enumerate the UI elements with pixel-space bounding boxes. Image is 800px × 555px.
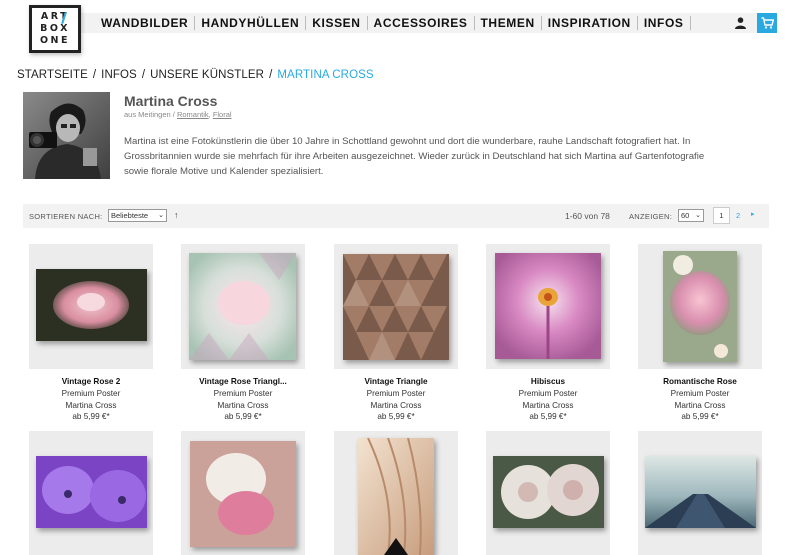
nav-item-wandbilder[interactable]: WANDBILDER [95,16,196,30]
product-artist[interactable]: Martina Cross [334,401,458,410]
sort-selected: Beliebteste [111,211,149,220]
artist-meta: aus Meitingen / Romantik, Floral [124,110,232,119]
product-type: Premium Poster [366,389,426,398]
product-type: Premium Poster [518,389,578,398]
product-image-tile[interactable] [29,244,153,369]
artist-tag-floral[interactable]: Floral [213,110,232,119]
artist-photo [23,92,110,179]
product-price: ab 5,99 €* [224,412,262,421]
artist-location: aus Meitingen / [124,110,177,119]
nav-item-themen[interactable]: THEMEN [475,16,542,30]
product-image-tile[interactable] [334,244,458,369]
breadcrumb: STARTSEITE / INFOS / UNSERE KÜNSTLER / MARTINA… [17,69,374,81]
user-icon[interactable] [735,17,746,29]
product-image-tile[interactable] [334,431,458,555]
sort-label: SORTIEREN NACH: [29,212,103,221]
sort-select[interactable]: Beliebteste ⌄ [108,209,167,222]
product-title[interactable]: Vintage Triangle [334,377,458,386]
product-title[interactable]: Vintage Rose Triangl... [181,377,305,386]
product-title[interactable]: Romantische Rose [638,377,762,386]
product-title[interactable]: Vintage Rose 2 [29,377,153,386]
product-image-tile[interactable] [486,431,610,555]
page-1-button[interactable]: 1 [713,207,730,224]
sort-direction-icon[interactable]: ↑ [174,210,179,220]
breadcrumb-infos[interactable]: INFOS [101,69,137,81]
breadcrumb-current: MARTINA CROSS [277,69,374,81]
cart-icon [761,17,774,29]
breadcrumb-separator: / [92,69,97,81]
chevron-down-icon: ⌄ [695,212,701,219]
nav-item-kissen[interactable]: KISSEN [306,16,368,30]
product-image-tile[interactable] [638,431,762,555]
product-artist[interactable]: Martina Cross [486,401,610,410]
product-type: Premium Poster [670,389,730,398]
product-image-tile[interactable] [181,244,305,369]
product-image-tile[interactable] [29,431,153,555]
product-price: ab 5,99 €* [681,412,719,421]
logo[interactable]: ART BOX ONE [29,5,81,53]
product-artist[interactable]: Martina Cross [29,401,153,410]
cart-button[interactable] [757,13,777,33]
logo-line-3: ONE [39,35,71,46]
nav-item-accessoires[interactable]: ACCESSOIRES [368,16,475,30]
nav-item-inspiration[interactable]: INSPIRATION [542,16,638,30]
artist-tag-romantik[interactable]: Romantik [177,110,209,119]
breadcrumb-separator: / [141,69,146,81]
product-price: ab 5,99 €* [72,412,110,421]
product-type: Premium Poster [213,389,273,398]
breadcrumb-kuenstler[interactable]: UNSERE KÜNSTLER [150,69,264,81]
product-artist[interactable]: Martina Cross [638,401,762,410]
main-nav: WANDBILDER HANDYHÜLLEN KISSEN ACCESSOIRE… [95,13,691,33]
breadcrumb-startseite[interactable]: STARTSEITE [17,69,88,81]
product-image-tile[interactable] [181,431,305,555]
product-price: ab 5,99 €* [377,412,415,421]
artist-name: Martina Cross [124,93,218,109]
product-title[interactable]: Hibiscus [486,377,610,386]
product-type: Premium Poster [61,389,121,398]
next-page-icon[interactable]: ▸ [751,210,755,218]
breadcrumb-separator: / [269,69,273,81]
show-label: ANZEIGEN: [629,212,673,221]
product-artist[interactable]: Martina Cross [181,401,305,410]
result-count: 1-60 von 78 [565,211,610,221]
product-image-tile[interactable] [486,244,610,369]
page-2-link[interactable]: 2 [736,211,740,220]
nav-item-handyhuellen[interactable]: HANDYHÜLLEN [195,16,307,30]
logo-line-2: BOX [40,23,70,34]
per-page-select[interactable]: 60 ⌄ [678,209,704,222]
artist-bio: Martina ist eine Fotokünstlerin die über… [124,136,705,177]
per-page-selected: 60 [681,211,690,220]
product-price: ab 5,99 €* [529,412,567,421]
product-image-tile[interactable] [638,244,762,369]
nav-item-infos[interactable]: INFOS [638,16,691,30]
chevron-down-icon: ⌄ [158,212,164,219]
